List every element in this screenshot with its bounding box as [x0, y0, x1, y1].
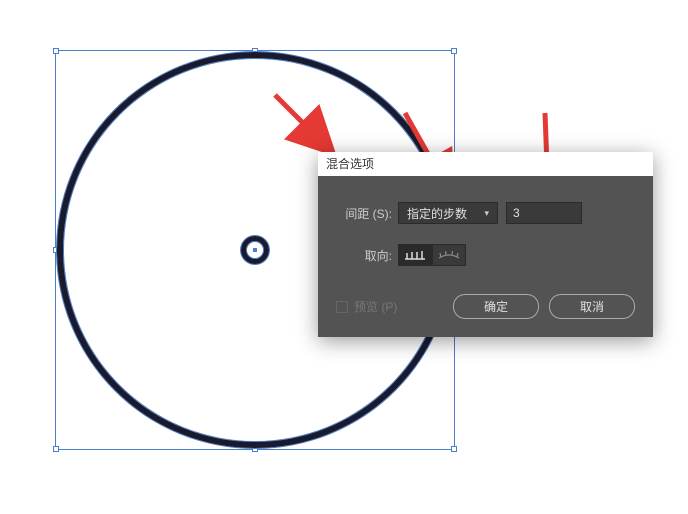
orientation-label: 取向: — [336, 247, 398, 264]
dialog-footer: 预览 (P) 确定 取消 — [336, 286, 635, 319]
orientation-row: 取向: — [336, 244, 635, 266]
preview-checkbox-group[interactable]: 预览 (P) — [336, 298, 397, 315]
spacing-row: 间距 (S): 指定的步数 ▾ — [336, 202, 635, 224]
dialog-titlebar[interactable]: 混合选项 — [318, 152, 653, 176]
blend-options-dialog: 混合选项 间距 (S): 指定的步数 ▾ 取向: — [318, 152, 653, 337]
orientation-buttons — [398, 244, 466, 266]
spacing-mode-dropdown[interactable]: 指定的步数 ▾ — [398, 202, 498, 224]
center-anchor — [253, 248, 257, 252]
dropdown-value: 指定的步数 — [407, 205, 467, 222]
selection-handle[interactable] — [451, 446, 457, 452]
orient-align-page-button[interactable] — [398, 244, 432, 266]
small-circle-shape[interactable] — [241, 236, 269, 264]
orient-align-path-button[interactable] — [432, 244, 466, 266]
preview-label: 预览 (P) — [354, 298, 397, 315]
dialog-title: 混合选项 — [326, 157, 374, 171]
orient-page-icon — [403, 249, 427, 261]
selection-handle[interactable] — [53, 48, 59, 54]
button-group: 确定 取消 — [453, 294, 635, 319]
selection-handle[interactable] — [53, 446, 59, 452]
steps-input[interactable] — [506, 202, 582, 224]
spacing-label: 间距 (S): — [336, 205, 398, 222]
dialog-body: 间距 (S): 指定的步数 ▾ 取向: — [318, 176, 653, 337]
orient-path-icon — [437, 249, 461, 261]
preview-checkbox[interactable] — [336, 301, 348, 313]
ok-button[interactable]: 确定 — [453, 294, 539, 319]
cancel-button[interactable]: 取消 — [549, 294, 635, 319]
chevron-down-icon: ▾ — [484, 208, 489, 219]
selection-handle[interactable] — [451, 48, 457, 54]
